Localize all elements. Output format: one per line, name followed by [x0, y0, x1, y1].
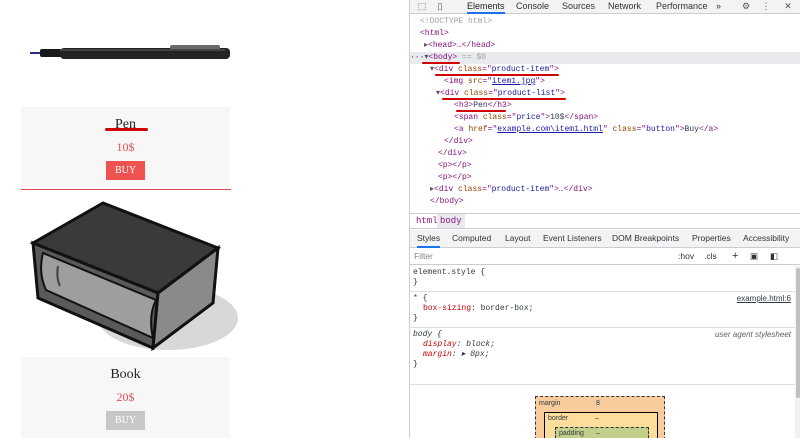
- hov-toggle[interactable]: :hov: [678, 249, 694, 264]
- rule-source: user agent stylesheet: [714, 330, 791, 339]
- rule-selector: element.style {: [413, 268, 486, 277]
- product-card: Book 20$ BUY: [21, 357, 230, 438]
- cls-toggle[interactable]: .cls: [704, 249, 717, 264]
- tab-dom-breakpoints[interactable]: DOM Breakpoints: [612, 230, 679, 246]
- dom-node[interactable]: <p></p>: [410, 172, 800, 184]
- inspect-element-icon[interactable]: ⬚: [416, 0, 428, 12]
- sidebar-toggle-icon[interactable]: ◧: [770, 249, 778, 264]
- styles-filter-bar: Filter :hov .cls + ▣ ◧: [410, 249, 800, 265]
- css-property[interactable]: box-sizing: [423, 304, 471, 313]
- rule-divider: [410, 327, 795, 328]
- box-padding: padding –: [555, 427, 649, 438]
- box-padding-label: padding: [559, 430, 584, 437]
- dom-node[interactable]: <p></p>: [410, 160, 800, 172]
- rule-close: }: [413, 314, 418, 323]
- box-model-diagram: margin 8 border – padding –: [535, 396, 665, 438]
- breadcrumb-body[interactable]: body: [437, 214, 465, 228]
- filter-input[interactable]: Filter: [414, 249, 433, 264]
- rule-universal[interactable]: * { example.html:6 box-sizing: border-bo…: [413, 294, 793, 324]
- more-options-icon[interactable]: ⋮: [760, 0, 772, 12]
- tab-network[interactable]: Network: [608, 0, 641, 12]
- scrollbar-thumb[interactable]: [796, 268, 800, 398]
- rule-close: }: [413, 360, 418, 369]
- tab-accessibility[interactable]: Accessibility: [743, 230, 789, 246]
- css-value[interactable]: border-box;: [481, 304, 534, 313]
- rendered-page: Pen 10$ BUY Book 20$ BUY: [0, 0, 409, 438]
- device-toolbar-icon[interactable]: ▯: [434, 0, 446, 12]
- new-rule-button[interactable]: +: [732, 249, 738, 264]
- dom-node[interactable]: <a href="example.com\item1.html" class="…: [410, 124, 800, 136]
- styles-subtabs: Styles Computed Layout Event Listeners D…: [410, 230, 800, 248]
- annotation-underline: [435, 74, 559, 76]
- box-margin-label: margin: [539, 400, 561, 407]
- product-price: 20$: [116, 390, 135, 404]
- tab-sources[interactable]: Sources: [562, 0, 595, 12]
- dom-node[interactable]: <html>: [410, 28, 800, 40]
- tab-layout[interactable]: Layout: [505, 230, 531, 246]
- more-tabs-button[interactable]: »: [716, 0, 721, 12]
- dom-node[interactable]: <span class="price">10$</span>: [410, 112, 800, 124]
- dom-node[interactable]: ▸<div class="product-item">…</div>: [410, 184, 800, 196]
- annotation-underline: [422, 62, 460, 64]
- css-value[interactable]: ▸ 8px;: [461, 350, 489, 359]
- rule-divider: [410, 291, 795, 292]
- pen-image: [30, 45, 230, 59]
- box-border-value[interactable]: –: [595, 415, 599, 422]
- tab-elements[interactable]: Elements: [467, 0, 505, 14]
- rule-element-style[interactable]: element.style { }: [413, 268, 793, 288]
- breadcrumb: html body: [410, 213, 800, 229]
- box-border: border – padding –: [544, 412, 658, 438]
- box-padding-value[interactable]: –: [596, 430, 600, 437]
- dom-node[interactable]: </div>: [410, 148, 800, 160]
- close-icon[interactable]: ✕: [782, 0, 794, 12]
- gear-icon[interactable]: ⚙: [740, 0, 752, 12]
- tab-properties[interactable]: Properties: [692, 230, 731, 246]
- buy-button[interactable]: BUY: [105, 161, 146, 180]
- tab-console[interactable]: Console: [516, 0, 549, 12]
- breadcrumb-html[interactable]: html: [416, 214, 438, 228]
- css-value[interactable]: block;: [466, 340, 495, 349]
- product-separator: [21, 189, 231, 190]
- box-border-label: border: [548, 415, 569, 422]
- tab-event-listeners[interactable]: Event Listeners: [543, 230, 602, 246]
- dom-node[interactable]: <!DOCTYPE html>: [410, 16, 800, 28]
- dom-tree: <!DOCTYPE html> <html> ▸<head>…</head> ·…: [410, 14, 800, 213]
- dom-node[interactable]: </body>: [410, 196, 800, 208]
- buy-button[interactable]: BUY: [105, 411, 146, 430]
- scrollbar[interactable]: [795, 266, 800, 438]
- dom-node-selected[interactable]: ···▾<body> == $0: [410, 52, 800, 64]
- rule-body[interactable]: body { user agent stylesheet display: bl…: [413, 330, 793, 370]
- rule-divider: [410, 384, 795, 385]
- dom-node[interactable]: <img src="item1.jpg">: [410, 76, 800, 88]
- tab-computed[interactable]: Computed: [452, 230, 491, 246]
- box-margin-value[interactable]: 8: [596, 400, 600, 407]
- rule-source-link[interactable]: example.html:6: [737, 294, 791, 304]
- css-property[interactable]: display: [423, 340, 457, 349]
- dom-node[interactable]: ▸<head>…</head>: [410, 40, 800, 52]
- rule-close: }: [413, 278, 418, 287]
- product-card: Pen 10$ BUY: [21, 107, 230, 187]
- annotation-underline: [442, 98, 566, 100]
- product-price: 10$: [116, 140, 135, 154]
- computed-styles-icon[interactable]: ▣: [750, 249, 758, 264]
- book-image: [29, 201, 238, 352]
- annotation-underline: [105, 128, 148, 131]
- tab-performance[interactable]: Performance: [656, 0, 708, 12]
- annotation-underline: [456, 110, 506, 112]
- product-name: Book: [110, 367, 141, 382]
- tab-styles[interactable]: Styles: [417, 230, 441, 248]
- css-property[interactable]: margin: [423, 350, 452, 359]
- dom-node[interactable]: </div>: [410, 136, 800, 148]
- devtools-toolbar: ⬚ ▯ Elements Console Sources Network Per…: [410, 0, 800, 14]
- devtools-panel: ⬚ ▯ Elements Console Sources Network Per…: [409, 0, 800, 438]
